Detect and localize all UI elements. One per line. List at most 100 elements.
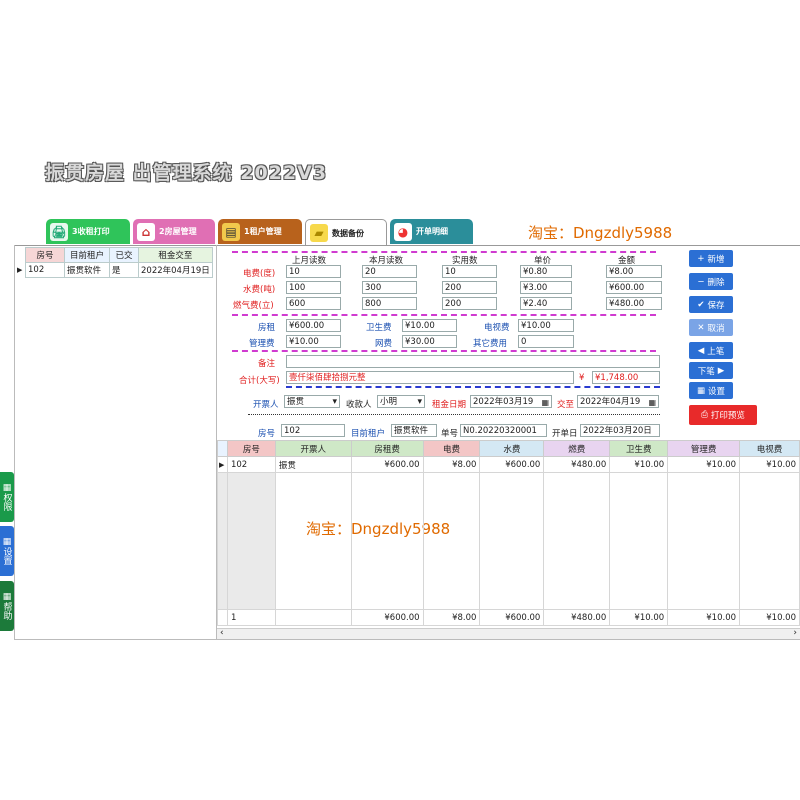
rent-from-date-field[interactable]: 2022年03月19 ▦ [470, 395, 552, 408]
cell-issuer[interactable]: 振贯 [274, 456, 352, 473]
payee-select[interactable]: 小明 [377, 395, 425, 408]
gas-curr-field[interactable]: 800 [362, 297, 417, 310]
horizontal-scrollbar[interactable]: ‹ › [217, 628, 800, 639]
tab-house-management[interactable]: ⌂ 2房屋管理 [133, 219, 215, 244]
cell-rent-until[interactable]: 2022年04月19日 [138, 262, 213, 278]
water-price-field[interactable]: ¥3.00 [520, 281, 572, 294]
settings-button-label: 设置 [708, 386, 726, 397]
gas-amount-field[interactable]: ¥480.00 [606, 297, 662, 310]
water-amount-field[interactable]: ¥600.00 [606, 281, 662, 294]
tab-bill-details[interactable]: ◕ 开单明细 [390, 219, 473, 244]
prev-record-button[interactable]: ◀ 上笔 [689, 342, 733, 359]
total-words-field[interactable]: 壹仟柒佰肆拾捌元整 [286, 371, 574, 384]
cell-sanitation[interactable]: ¥10.00 [609, 456, 669, 473]
add-button[interactable]: + 新增 [689, 250, 733, 267]
minus-icon: − [697, 276, 705, 287]
tab-tenant-management[interactable]: ▤ 1租户管理 [218, 219, 302, 244]
other-fee-field[interactable]: 0 [518, 335, 574, 348]
electric-used-field[interactable]: 10 [442, 265, 497, 278]
mgmt-fee-label: 管理费 [249, 339, 275, 349]
column-header-room[interactable]: 房号 [226, 440, 276, 457]
net-fee-field[interactable]: ¥30.00 [402, 335, 457, 348]
column-header-electric[interactable]: 电费 [422, 440, 481, 457]
cell-room[interactable]: 102 [226, 456, 276, 473]
table-row[interactable]: ▶ 102 振贯软件 是 2022年04月19日 [15, 262, 213, 278]
delete-button[interactable]: − 删除 [689, 273, 733, 290]
cell-electric[interactable]: ¥8.00 [422, 456, 481, 473]
settings-button[interactable]: ▦ 设置 [689, 382, 733, 399]
watermark-top: 淘宝：Dngzdly5988 [528, 224, 673, 242]
delete-button-label: 删除 [707, 277, 725, 288]
cell-tv[interactable]: ¥10.00 [739, 456, 800, 473]
column-header[interactable]: 租金交至 [138, 247, 213, 263]
cancel-button[interactable]: ✕ 取消 [689, 319, 733, 336]
arrow-left-icon: ◀ [697, 345, 705, 356]
electric-curr-field[interactable]: 20 [362, 265, 417, 278]
save-button[interactable]: ✔ 保存 [689, 296, 733, 313]
gas-used-field[interactable]: 200 [442, 297, 497, 310]
rent-field[interactable]: ¥600.00 [286, 319, 341, 332]
cell-rent[interactable]: ¥600.00 [350, 456, 424, 473]
cell-tenant[interactable]: 振贯软件 [64, 262, 110, 278]
water-used-field[interactable]: 200 [442, 281, 497, 294]
scroll-right-icon[interactable]: › [793, 628, 797, 638]
bill-detail-grid[interactable]: 房号 开票人 房租费 电费 水费 燃费 卫生费 管理费 电视费 ▶ 102 振贯… [217, 440, 800, 626]
remark-label: 备注 [258, 359, 276, 369]
remark-field[interactable] [286, 355, 660, 368]
calendar-icon[interactable]: ▦ [648, 396, 656, 407]
next-record-button[interactable]: 下笔 ▶ [689, 362, 733, 379]
pie-icon: ◕ [394, 222, 412, 241]
row-pointer-icon: ▶ [17, 266, 23, 274]
print-preview-button[interactable]: ⎙ 打印预览 [689, 405, 757, 425]
cell-mgmt[interactable]: ¥10.00 [667, 456, 741, 473]
bill-date-field[interactable]: 2022年03月20日 [580, 424, 660, 437]
column-header-issuer[interactable]: 开票人 [274, 440, 352, 457]
prev-button-label: 上笔 [707, 346, 725, 357]
column-header-water[interactable]: 水费 [479, 440, 545, 457]
room-list-grid[interactable]: 房号 目前租户 已交 租金交至 ▶ 102 振贯软件 是 2022年04月19日 [15, 247, 213, 278]
bill-room-field[interactable]: 102 [281, 424, 345, 437]
gas-price-field[interactable]: ¥2.40 [520, 297, 572, 310]
column-header-mgmt[interactable]: 管理费 [667, 440, 741, 457]
tab-data-backup[interactable]: ▰ 数据备份 [305, 219, 387, 246]
net-fee-label: 网费 [375, 339, 393, 349]
permissions-side-button[interactable]: ▦ 权限 [0, 472, 14, 522]
water-prev-field[interactable]: 100 [286, 281, 341, 294]
cell-paid[interactable]: 是 [109, 262, 139, 278]
water-curr-field[interactable]: 300 [362, 281, 417, 294]
print-preview-label: 打印预览 [710, 411, 745, 421]
column-header-rent[interactable]: 房租费 [350, 440, 424, 457]
electric-price-field[interactable]: ¥0.80 [520, 265, 572, 278]
column-header[interactable]: 房号 [25, 247, 65, 263]
rent-to-date-field[interactable]: 2022年04月19 ▦ [577, 395, 659, 408]
plus-icon: + [697, 253, 705, 264]
column-header-tv[interactable]: 电视费 [739, 440, 800, 457]
total-amount-field[interactable]: ¥1,748.00 [592, 371, 660, 384]
issuer-select[interactable]: 振贯 [284, 395, 340, 408]
bill-no-field[interactable]: N0.20220320001 [460, 424, 547, 437]
bill-tenant-field[interactable]: 振贯软件 [391, 424, 437, 437]
billing-divider [248, 414, 660, 415]
tv-fee-field[interactable]: ¥10.00 [518, 319, 574, 332]
cell-water[interactable]: ¥600.00 [479, 456, 545, 473]
column-header[interactable]: 已交 [109, 247, 139, 263]
settings-side-button[interactable]: ▦ 设置 [0, 526, 14, 576]
footer-water: ¥600.00 [479, 609, 545, 626]
tab-receipt-print[interactable]: 🖨 3收租打印 [46, 219, 130, 244]
cell-gas[interactable]: ¥480.00 [543, 456, 611, 473]
column-header[interactable]: 目前租户 [64, 247, 110, 263]
electric-prev-field[interactable]: 10 [286, 265, 341, 278]
scroll-left-icon[interactable]: ‹ [220, 628, 224, 638]
gas-prev-field[interactable]: 600 [286, 297, 341, 310]
calendar-icon[interactable]: ▦ [541, 396, 549, 407]
grid-icon: ▦ [696, 385, 705, 396]
sanitation-field[interactable]: ¥10.00 [402, 319, 457, 332]
cell-room[interactable]: 102 [25, 262, 65, 278]
mgmt-fee-field[interactable]: ¥10.00 [286, 335, 341, 348]
column-header-sanitation[interactable]: 卫生费 [609, 440, 669, 457]
table-row[interactable]: ▶ 102 振贯 ¥600.00 ¥8.00 ¥600.00 ¥480.00 ¥… [217, 456, 800, 473]
column-header-gas[interactable]: 燃费 [543, 440, 611, 457]
electric-amount-field[interactable]: ¥8.00 [606, 265, 662, 278]
grid-icon: ▦ [2, 483, 12, 493]
help-side-button[interactable]: ▦ 帮助 [0, 581, 14, 631]
